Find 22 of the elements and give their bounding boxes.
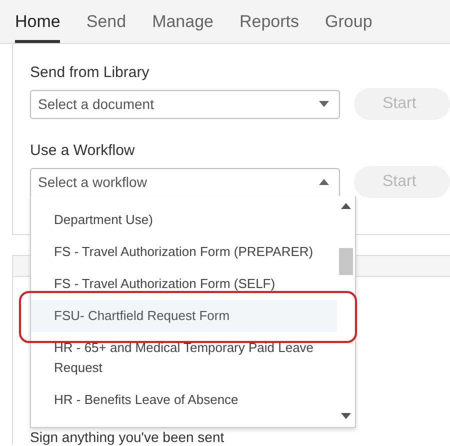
nav-tab[interactable]: Home	[15, 0, 60, 43]
nav-tab[interactable]: Group	[325, 0, 372, 43]
scroll-up-icon[interactable]	[341, 203, 351, 209]
dropdown-option[interactable]: FS - Travel Authorization Form (SELF)	[31, 268, 337, 300]
dropdown-option[interactable]: FSU- Chartfield Request Form	[31, 300, 337, 332]
scrollbar[interactable]	[337, 196, 355, 427]
field-label: Send from Library	[30, 64, 150, 81]
caret-icon	[318, 179, 328, 185]
nav-tab[interactable]: Reports	[240, 0, 300, 43]
dropdown-option[interactable]: HR - 65+ and Medical Temporary Paid Leave Request	[31, 332, 337, 384]
workflow-dropdown[interactable]: Select a workflow	[30, 168, 340, 196]
document-dropdown[interactable]: Select a document	[30, 90, 340, 118]
nav-tab[interactable]: Send	[86, 0, 126, 43]
scroll-down-icon[interactable]	[341, 413, 351, 419]
dropdown-option[interactable]: Department Use)	[31, 204, 337, 236]
caret-icon	[318, 101, 328, 107]
nav-tab[interactable]: Manage	[152, 0, 214, 43]
scrollbar-thumb[interactable]	[339, 248, 353, 275]
field-label: Use a Workflow	[30, 142, 136, 159]
dropdown-option[interactable]: HR - Benefits Leave of Absence	[31, 384, 337, 416]
section-title: Sign anything you've been sent	[30, 429, 226, 445]
dropdown-option[interactable]: FS - Travel Authorization Form (PREPARER)	[31, 236, 337, 268]
